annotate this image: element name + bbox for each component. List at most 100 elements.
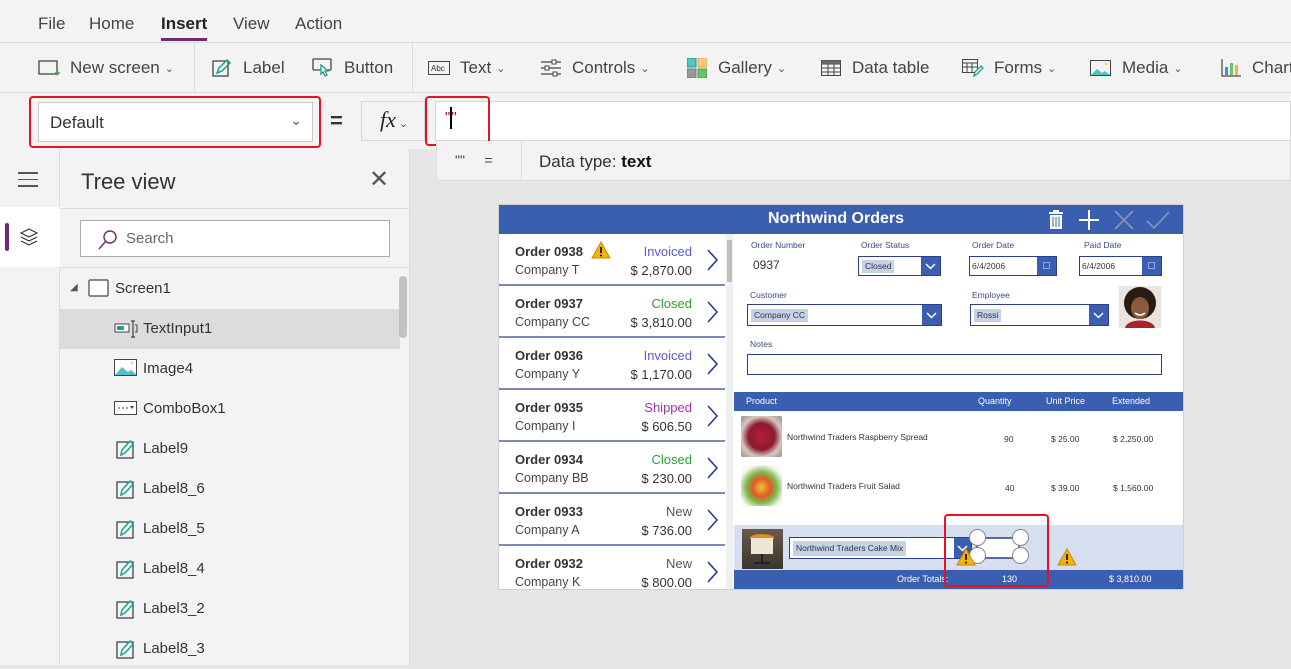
data-type-label: Data type: text (539, 152, 652, 171)
insert-controls-button[interactable]: Controls ⌄ (540, 57, 650, 79)
order-list-item[interactable]: Order 0936 Company Y Invoiced $ 1,170.00 (499, 338, 725, 390)
paid-date-picker[interactable]: 6/4/2006 (1079, 256, 1162, 276)
tree-node-label8-5[interactable]: Label8_5 (60, 509, 400, 549)
chevron-down-icon: ⌄ (1173, 62, 1183, 75)
svg-text:Abc: Abc (431, 64, 445, 73)
products-header: Product Quantity Unit Price Extended (734, 392, 1183, 411)
notes-input[interactable] (747, 354, 1162, 375)
order-list-item[interactable]: Order 0935 Company I Shipped $ 606.50 (499, 390, 725, 442)
calendar-icon[interactable] (1037, 257, 1056, 275)
fruit-salad-image (741, 465, 782, 506)
product-row[interactable]: Northwind Traders Raspberry Spread 90 $ … (734, 412, 1183, 460)
new-screen-button[interactable]: New screen ⌄ (38, 57, 174, 79)
customer-dropdown[interactable]: Company CC (747, 304, 942, 326)
cake-mix-image (742, 529, 783, 569)
product-row[interactable]: Northwind Traders Fruit Salad 40 $ 39.00… (734, 461, 1183, 509)
order-number: Order 0936 (515, 348, 583, 363)
tree-scrollbar[interactable] (399, 276, 407, 338)
ribbon-divider (194, 43, 195, 93)
chevron-down-icon (921, 257, 940, 275)
tree-node-label9[interactable]: Label9 (60, 429, 400, 469)
chevron-right-icon[interactable] (705, 560, 719, 584)
order-list-item[interactable]: Order 0933 Company A New $ 736.00 (499, 494, 725, 546)
order-amount: $ 2,870.00 (630, 263, 692, 278)
chevron-right-icon[interactable] (705, 456, 719, 480)
calendar-icon[interactable] (1142, 257, 1161, 275)
order-list-item[interactable]: Order 0934 Company BB Closed $ 230.00 (499, 442, 725, 494)
menu-home[interactable]: Home (89, 14, 134, 34)
chevron-right-icon[interactable] (705, 404, 719, 428)
insert-data-table-button[interactable]: Data table (820, 57, 930, 79)
chevron-down-icon: ⌄ (496, 62, 506, 75)
combobox-icon (114, 401, 137, 415)
label-icon (116, 439, 135, 459)
order-amount: $ 736.00 (641, 523, 692, 538)
save-check-icon[interactable] (1145, 209, 1171, 231)
tree-view-tab[interactable] (0, 207, 60, 267)
order-amount: $ 606.50 (641, 419, 692, 434)
menu-action[interactable]: Action (295, 14, 342, 34)
insert-button-button[interactable]: Button (312, 57, 393, 79)
tree-node-label3-2[interactable]: Label3_2 (60, 589, 400, 629)
tree-node-image4[interactable]: Image4 (60, 349, 400, 389)
chevron-right-icon[interactable] (705, 248, 719, 272)
cancel-x-icon[interactable] (1113, 209, 1135, 231)
app-canvas: Northwind Orders Order 0938 Company T Invo… (499, 205, 1183, 590)
order-amount: $ 230.00 (641, 471, 692, 486)
insert-forms-button[interactable]: Forms ⌄ (962, 57, 1056, 79)
order-number: Order 0932 (515, 556, 583, 571)
button-cursor-icon (312, 58, 334, 78)
order-number-value: 0937 (753, 258, 780, 272)
gallery-scrollbar[interactable] (726, 234, 733, 589)
order-number-label: Order Number (751, 240, 806, 250)
chevron-down-icon: ⌄ (1047, 62, 1057, 75)
fx-button[interactable]: fx ⌄ (361, 101, 425, 141)
order-list-item[interactable]: Order 0937 Company CC Closed $ 3,810.00 (499, 286, 725, 338)
close-icon[interactable]: ✕ (369, 165, 389, 194)
tree-search-input[interactable]: Search (80, 220, 390, 257)
insert-text-button[interactable]: Abc Text ⌄ (428, 57, 505, 79)
menu-file[interactable]: File (38, 14, 65, 34)
collapse-triangle-icon[interactable]: ◢ (70, 282, 78, 293)
gallery-scroll-thumb[interactable] (727, 240, 732, 282)
order-number: Order 0934 (515, 452, 583, 467)
formula-input[interactable] (435, 101, 1291, 141)
order-company: Company K (515, 575, 581, 589)
label-icon (116, 519, 135, 539)
order-amount: $ 1,170.00 (630, 367, 692, 382)
menu-view[interactable]: View (233, 14, 270, 34)
order-date-picker[interactable]: 6/4/2006 (969, 256, 1057, 276)
order-list-item[interactable]: Order 0938 Company T Invoiced $ 2,870.00 (499, 234, 725, 286)
tree-node-label8-3[interactable]: Label8_3 (60, 629, 400, 669)
tree-node-textinput1[interactable]: TextInput1 (60, 309, 400, 349)
insert-label-button[interactable]: Label (211, 57, 285, 79)
tree-node-screen1[interactable]: ◢ Screen1 (60, 269, 400, 309)
image-icon (114, 359, 137, 376)
add-icon[interactable] (1077, 209, 1101, 231)
insert-charts-button[interactable]: Charts (1220, 57, 1291, 79)
tree-node-label8-6[interactable]: Label8_6 (60, 469, 400, 509)
property-highlight-box (29, 96, 321, 148)
tree-node-label8-4[interactable]: Label8_4 (60, 549, 400, 589)
hamburger-menu-icon[interactable] (18, 172, 38, 192)
order-list-item[interactable]: Order 0932 Company K New $ 800.00 (499, 546, 725, 590)
trash-icon[interactable] (1047, 209, 1065, 231)
chevron-right-icon[interactable] (705, 300, 719, 324)
order-status: Shipped (644, 400, 692, 415)
order-amount: $ 3,810.00 (630, 315, 692, 330)
chevron-right-icon[interactable] (705, 508, 719, 532)
insert-media-button[interactable]: Media ⌄ (1090, 57, 1183, 79)
menu-insert[interactable]: Insert (161, 14, 208, 41)
notes-label: Notes (750, 339, 773, 349)
order-status-dropdown[interactable]: Closed (858, 256, 941, 276)
order-company: Company CC (515, 315, 591, 329)
order-status: Invoiced (643, 244, 692, 259)
chevron-right-icon[interactable] (705, 352, 719, 376)
equals-sign: = (330, 108, 343, 133)
insert-gallery-button[interactable]: Gallery ⌄ (686, 57, 786, 79)
warning-icon[interactable] (591, 241, 611, 259)
warning-icon[interactable] (1057, 548, 1077, 566)
employee-dropdown[interactable]: Rossi (970, 304, 1109, 326)
tree-node-combobox1[interactable]: ComboBox1 (60, 389, 400, 429)
label-icon (116, 559, 135, 579)
